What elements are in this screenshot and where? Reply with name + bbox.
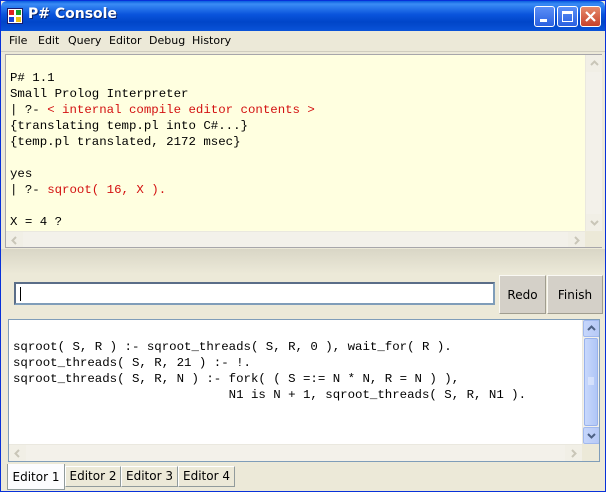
query-input[interactable]: [14, 282, 495, 305]
window-title: P# Console: [28, 6, 117, 22]
console-line: P# 1.1: [10, 71, 55, 85]
editor-tabs: Editor 1 Editor 2 Editor 3 Editor 4: [5, 464, 603, 490]
scroll-thumb[interactable]: [584, 338, 598, 426]
tab-editor-3[interactable]: Editor 3: [121, 466, 178, 487]
console-vertical-scrollbar[interactable]: [585, 55, 602, 231]
query-panel: Redo Finish: [5, 274, 603, 316]
editor-horizontal-scrollbar[interactable]: [9, 444, 582, 461]
console-line: {translating temp.pl into C#...}: [10, 119, 248, 133]
chevron-left-icon: [14, 449, 20, 458]
console-query: sqroot( 16, X ).: [47, 183, 167, 197]
console-prompt: | ?-: [10, 183, 48, 197]
minimize-icon: [540, 19, 547, 22]
redo-button[interactable]: Redo: [499, 275, 546, 314]
chevron-right-icon: [574, 236, 580, 245]
tab-editor-4[interactable]: Editor 4: [178, 466, 235, 487]
minimize-button[interactable]: [534, 6, 555, 27]
console-line: X = 4 ?: [10, 215, 63, 229]
scroll-right-button[interactable]: [568, 232, 585, 247]
close-icon: [585, 11, 596, 22]
app-window: P# Console File Edit Query Editor Debug …: [0, 0, 606, 492]
maximize-icon: [562, 11, 573, 22]
scrollbar-corner: [582, 444, 599, 461]
menu-debug[interactable]: Debug: [149, 34, 185, 47]
console-line: {temp.pl translated, 2172 msec}: [10, 135, 241, 149]
menu-history[interactable]: History: [192, 34, 231, 47]
code-line: sqroot( S, R ) :- sqroot_threads( S, R, …: [13, 340, 452, 354]
chevron-down-icon: [587, 433, 596, 439]
splitter[interactable]: [1, 249, 605, 274]
code-line: sqroot_threads( S, R, 21 ) :- !.: [13, 356, 251, 370]
scroll-left-button[interactable]: [6, 232, 23, 247]
maximize-button[interactable]: [557, 6, 578, 27]
close-button[interactable]: [580, 6, 601, 27]
console-output[interactable]: P# 1.1 Small Prolog Interpreter | ?- < i…: [5, 54, 602, 248]
scroll-right-button[interactable]: [565, 445, 582, 461]
console-line: yes: [10, 167, 33, 181]
menu-editor[interactable]: Editor: [109, 34, 142, 47]
code-editor[interactable]: sqroot( S, R ) :- sqroot_threads( S, R, …: [8, 319, 600, 462]
menu-edit[interactable]: Edit: [38, 34, 59, 47]
scroll-down-button[interactable]: [583, 427, 599, 444]
chevron-down-icon: [590, 220, 599, 226]
chevron-up-icon: [587, 325, 596, 331]
chevron-left-icon: [11, 236, 17, 245]
scroll-left-button[interactable]: [9, 445, 26, 461]
scroll-up-button[interactable]: [586, 55, 602, 72]
menu-file[interactable]: File: [9, 34, 27, 47]
editor-vertical-scrollbar[interactable]: [582, 320, 599, 444]
grip-icon: [588, 377, 594, 385]
console-query: < internal compile editor contents >: [47, 103, 315, 117]
code-line: sqroot_threads( S, R, N ) :- fork( ( S =…: [13, 372, 460, 386]
scroll-down-button[interactable]: [586, 214, 602, 231]
scrollbar-corner: [585, 231, 602, 247]
tab-editor-1[interactable]: Editor 1: [7, 464, 65, 490]
menu-bar: File Edit Query Editor Debug History: [1, 31, 605, 52]
tab-editor-2[interactable]: Editor 2: [65, 466, 121, 487]
console-line: Small Prolog Interpreter: [10, 87, 189, 101]
title-bar[interactable]: P# Console: [1, 1, 605, 31]
finish-button[interactable]: Finish: [547, 275, 603, 314]
code-line: N1 is N + 1, sqroot_threads( S, R, N1 ).: [13, 388, 527, 402]
console-text: P# 1.1 Small Prolog Interpreter | ?- < i…: [10, 70, 315, 230]
chevron-up-icon: [590, 60, 599, 66]
chevron-right-icon: [571, 449, 577, 458]
editor-text: sqroot( S, R ) :- sqroot_threads( S, R, …: [13, 339, 526, 403]
app-icon: [7, 8, 23, 24]
console-prompt: | ?-: [10, 103, 48, 117]
console-horizontal-scrollbar[interactable]: [6, 231, 585, 247]
menu-query[interactable]: Query: [68, 34, 101, 47]
text-caret: [20, 287, 21, 301]
scroll-up-button[interactable]: [583, 320, 599, 337]
